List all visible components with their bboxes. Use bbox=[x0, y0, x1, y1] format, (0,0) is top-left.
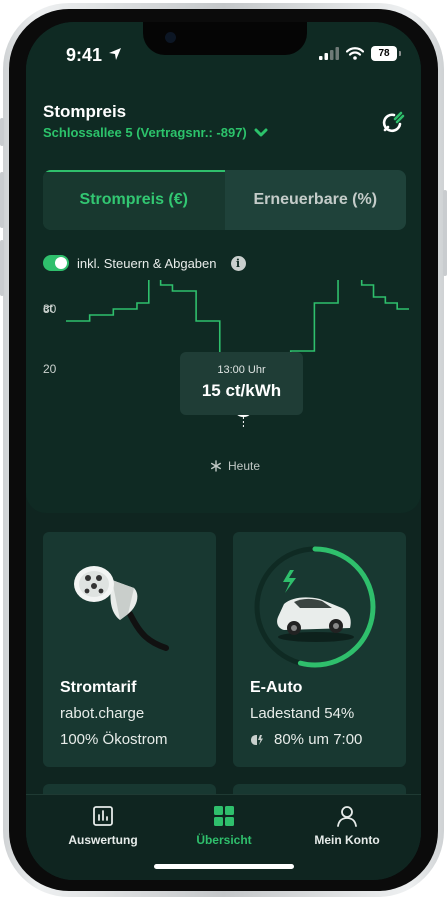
tax-toggle-label: inkl. Steuern & Abgaben bbox=[77, 255, 217, 271]
signal-icon bbox=[319, 47, 339, 60]
nav-uebersicht-label: Übersicht bbox=[196, 833, 252, 847]
info-icon[interactable]: i bbox=[230, 255, 246, 271]
wifi-icon bbox=[346, 47, 364, 60]
tab-erneuerbare[interactable]: Erneuerbare (%) bbox=[225, 170, 407, 230]
page-title: Stompreis bbox=[43, 102, 127, 121]
tax-toggle[interactable] bbox=[43, 255, 69, 271]
status-icons: 78 bbox=[319, 46, 401, 61]
tariff-provider: rabot.charge bbox=[60, 705, 145, 722]
nav-auswertung[interactable]: Auswertung bbox=[48, 805, 158, 847]
charging-plug-icon bbox=[74, 566, 169, 651]
power-button bbox=[443, 190, 447, 276]
address-label: Schlossallee 5 (Vertragsnr.: -897) bbox=[43, 125, 247, 140]
nav-auswertung-label: Auswertung bbox=[68, 833, 138, 847]
tooltip-time: 13:00 Uhr bbox=[217, 364, 266, 376]
battery-icon: 78 bbox=[371, 46, 401, 61]
y-tick-label: 30 bbox=[43, 302, 57, 316]
home-indicator[interactable] bbox=[154, 864, 294, 869]
ev-target-text: 80% um 7:00 bbox=[274, 731, 363, 748]
nav-mein-konto-label: Mein Konto bbox=[314, 833, 380, 847]
camera bbox=[165, 32, 176, 43]
notch bbox=[143, 22, 307, 55]
price-tooltip: 13:00 Uhr 15 ct/kWh bbox=[180, 352, 303, 415]
ev-target: 80% um 7:00 bbox=[250, 731, 362, 748]
plug-icon[interactable] bbox=[381, 110, 405, 134]
ev-charge-ring bbox=[254, 546, 376, 668]
volume-down-button bbox=[0, 240, 4, 296]
tab-strompreis[interactable]: Strompreis (€) bbox=[43, 170, 225, 230]
tax-toggle-row: inkl. Steuern & Abgaben i bbox=[43, 255, 246, 271]
toggle-knob bbox=[55, 257, 67, 269]
chart-tabs: Strompreis (€) Erneuerbare (%) bbox=[43, 170, 406, 230]
today-marker: Heute bbox=[210, 459, 260, 473]
chart-icon bbox=[93, 806, 113, 826]
ev-plug-bolt-icon bbox=[251, 734, 263, 745]
ev-title: E-Auto bbox=[250, 679, 303, 696]
nav-mein-konto[interactable]: Mein Konto bbox=[292, 805, 402, 847]
today-label: Heute bbox=[228, 459, 261, 473]
address-selector[interactable]: Schlossallee 5 (Vertragsnr.: -897) bbox=[43, 125, 268, 140]
nav-uebersicht[interactable]: Übersicht bbox=[169, 805, 279, 847]
person-icon bbox=[337, 806, 357, 827]
volume-up-button bbox=[0, 172, 4, 228]
tariff-eco: 100% Ökostrom bbox=[60, 731, 168, 748]
tariff-title: Stromtarif bbox=[60, 679, 137, 696]
tooltip-value: 15 ct/kWh bbox=[201, 381, 282, 400]
mute-switch bbox=[0, 118, 4, 146]
tariff-card[interactable]: Stromtarif rabot.charge 100% Ökostrom bbox=[43, 532, 216, 767]
ev-card[interactable]: E-Auto Ladestand 54% 80% um 7:00 bbox=[233, 532, 406, 767]
snowflake-icon bbox=[211, 460, 221, 472]
y-tick-label: 20 bbox=[43, 362, 57, 376]
status-time: 9:41 bbox=[66, 45, 103, 65]
chevron-down-icon bbox=[254, 128, 268, 136]
app-screen: 9:41 78 Stompreis Schlossallee 5 (Vertra… bbox=[26, 22, 421, 880]
location-arrow-icon bbox=[109, 48, 121, 60]
grid-icon bbox=[214, 806, 234, 826]
ev-charge-level: Ladestand 54% bbox=[250, 705, 355, 722]
